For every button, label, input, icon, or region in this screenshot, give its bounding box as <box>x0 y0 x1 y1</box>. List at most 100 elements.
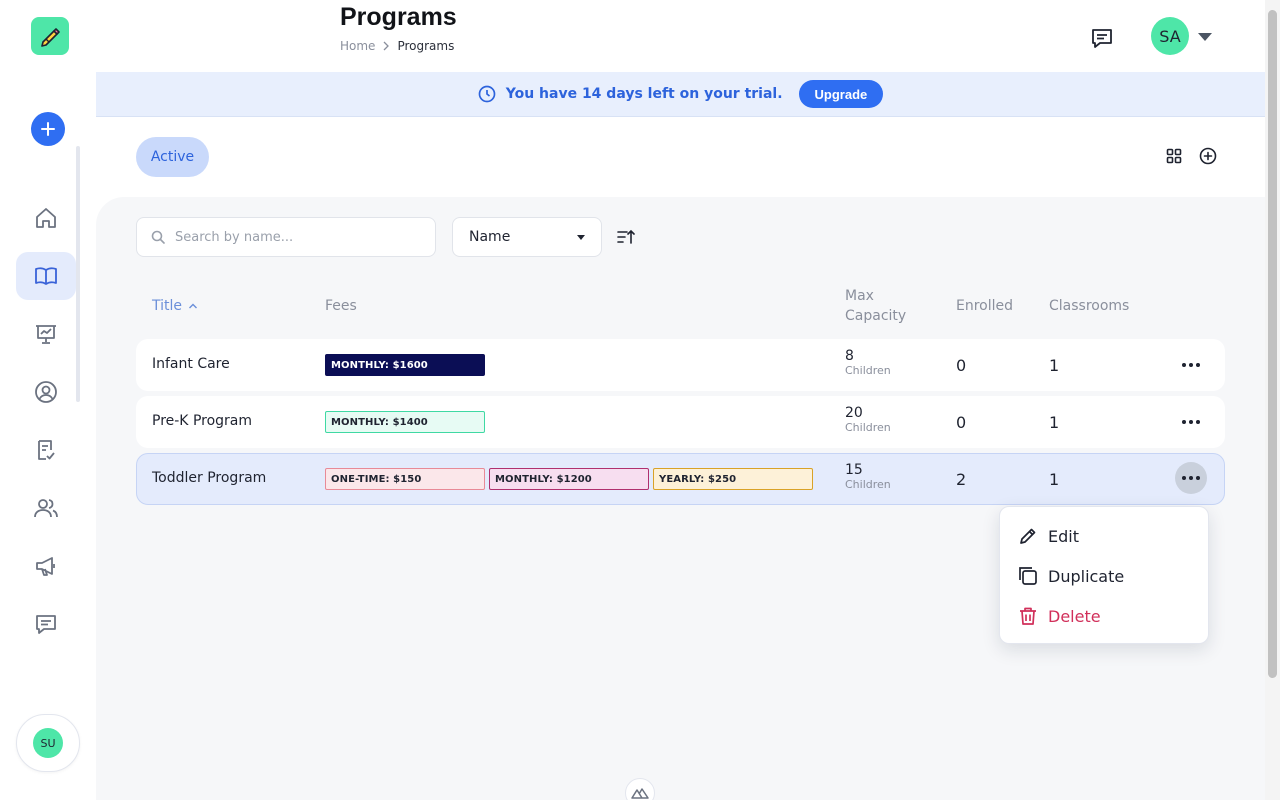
column-header-title-label: Title <box>152 298 183 314</box>
menu-item-edit[interactable]: Edit <box>1018 521 1079 551</box>
search-icon <box>151 230 165 244</box>
row-capacity: 20 Children <box>845 405 891 434</box>
fee-badge: MONTHLY: $1400 <box>325 411 485 433</box>
avatar: SU <box>33 728 63 758</box>
trial-banner: You have 14 days left on your trial. Upg… <box>96 72 1265 117</box>
tab-active[interactable]: Active <box>136 137 209 177</box>
fee-badge: ONE-TIME: $150 <box>325 468 485 490</box>
chat-button[interactable] <box>1088 24 1116 52</box>
menu-item-delete-label: Delete <box>1048 606 1101 626</box>
pencil-icon <box>1020 528 1036 544</box>
book-icon <box>35 267 57 285</box>
sidebar-item-announcements[interactable] <box>16 542 76 590</box>
more-horizontal-icon <box>1182 420 1200 424</box>
breadcrumb-home[interactable]: Home <box>340 39 375 53</box>
chevron-down-icon[interactable] <box>1198 33 1212 41</box>
fee-badge: YEARLY: $250 <box>653 468 813 490</box>
table-row[interactable]: Pre-K Program MONTHLY: $1400 20 Children… <box>136 396 1225 448</box>
capacity-unit: Children <box>845 421 891 434</box>
row-title: Toddler Program <box>152 470 267 486</box>
row-title: Pre-K Program <box>152 413 253 429</box>
row-enrolled: 0 <box>956 413 967 432</box>
more-horizontal-icon <box>1182 476 1200 480</box>
row-title: Infant Care <box>152 356 230 372</box>
search-box[interactable] <box>136 217 436 257</box>
grid-view-button[interactable] <box>1163 145 1185 167</box>
row-actions-button[interactable] <box>1175 349 1207 381</box>
row-capacity: 15 Children <box>845 462 891 491</box>
create-new-button[interactable] <box>31 112 65 146</box>
user-avatar[interactable]: SA <box>1151 17 1189 55</box>
sidebar: SU <box>0 0 96 800</box>
capacity-value: 8 <box>845 348 854 364</box>
column-header-max-capacity-line2: Capacity <box>845 308 907 324</box>
capacity-unit: Children <box>845 364 891 377</box>
table-row[interactable]: Infant Care MONTHLY: $1600 8 Children 0 … <box>136 339 1225 391</box>
row-actions-button[interactable] <box>1175 462 1207 494</box>
add-program-button[interactable] <box>1197 145 1219 167</box>
megaphone-icon <box>36 557 55 576</box>
trial-message: You have 14 days left on your trial. <box>505 86 783 102</box>
more-horizontal-icon <box>1182 363 1200 367</box>
row-classrooms: 1 <box>1049 413 1060 432</box>
capacity-unit: Children <box>845 478 891 491</box>
app-logo[interactable] <box>31 17 69 55</box>
mountain-logo-icon <box>631 788 649 799</box>
plus-circle-icon <box>1199 147 1217 165</box>
capacity-value: 15 <box>845 462 863 478</box>
sidebar-item-programs[interactable] <box>16 252 76 300</box>
upgrade-button[interactable]: Upgrade <box>798 80 884 108</box>
grid-icon <box>1166 148 1182 164</box>
sidebar-item-home[interactable] <box>16 194 76 242</box>
fee-badge: MONTHLY: $1200 <box>489 468 649 490</box>
scrollbar-thumb[interactable] <box>1268 10 1277 678</box>
menu-item-duplicate[interactable]: Duplicate <box>1018 561 1124 591</box>
page-scrollbar[interactable] <box>1265 0 1280 800</box>
plus-icon <box>41 122 55 136</box>
chat-icon <box>1092 29 1112 48</box>
fee-badge: MONTHLY: $1600 <box>325 354 485 376</box>
sidebar-item-profile[interactable] <box>16 368 76 416</box>
capacity-value: 20 <box>845 405 863 421</box>
presentation-icon <box>36 325 56 344</box>
column-header-classrooms: Classrooms <box>1049 298 1130 314</box>
chevron-right-icon <box>383 41 390 51</box>
row-actions-button[interactable] <box>1175 406 1207 438</box>
search-input[interactable] <box>175 229 415 245</box>
devtools-toggle-button[interactable] <box>625 778 655 800</box>
sort-direction-button[interactable] <box>616 227 636 247</box>
breadcrumb-current: Programs <box>397 39 455 53</box>
sidebar-item-checklist[interactable] <box>16 426 76 474</box>
sort-select[interactable]: Name <box>452 217 602 257</box>
user-circle-icon <box>35 381 57 403</box>
caret-down-icon <box>577 234 585 240</box>
row-capacity: 8 Children <box>845 348 891 377</box>
column-header-fees: Fees <box>325 298 357 314</box>
menu-item-delete[interactable]: Delete <box>1018 601 1101 631</box>
trash-icon <box>1020 607 1036 625</box>
sort-ascending-icon <box>617 229 635 244</box>
row-enrolled: 0 <box>956 356 967 375</box>
sidebar-item-reports[interactable] <box>16 310 76 358</box>
menu-item-duplicate-label: Duplicate <box>1048 566 1125 586</box>
sort-select-value: Name <box>469 229 511 245</box>
table-row[interactable]: Toddler Program ONE-TIME: $150 MONTHLY: … <box>136 453 1225 505</box>
page-title: Programs <box>340 3 457 31</box>
message-icon <box>36 615 56 634</box>
column-header-max-capacity-line1: Max <box>845 288 874 304</box>
column-header-max-capacity: Max Capacity <box>845 286 906 326</box>
pencil-logo-icon <box>41 28 60 47</box>
breadcrumb: Home Programs <box>340 39 454 53</box>
sidebar-item-messages[interactable] <box>16 600 76 648</box>
row-classrooms: 1 <box>1049 356 1060 375</box>
column-header-enrolled: Enrolled <box>956 298 1014 314</box>
column-header-title[interactable]: Title <box>152 296 198 316</box>
home-icon <box>36 208 56 228</box>
sidebar-item-users[interactable] <box>16 484 76 532</box>
row-classrooms: 1 <box>1049 470 1060 489</box>
checklist-icon <box>38 440 55 460</box>
user-menu[interactable]: SU <box>16 714 80 772</box>
clock-icon <box>478 85 496 103</box>
sidebar-scrollbar[interactable] <box>76 146 80 402</box>
row-enrolled: 2 <box>956 470 967 489</box>
